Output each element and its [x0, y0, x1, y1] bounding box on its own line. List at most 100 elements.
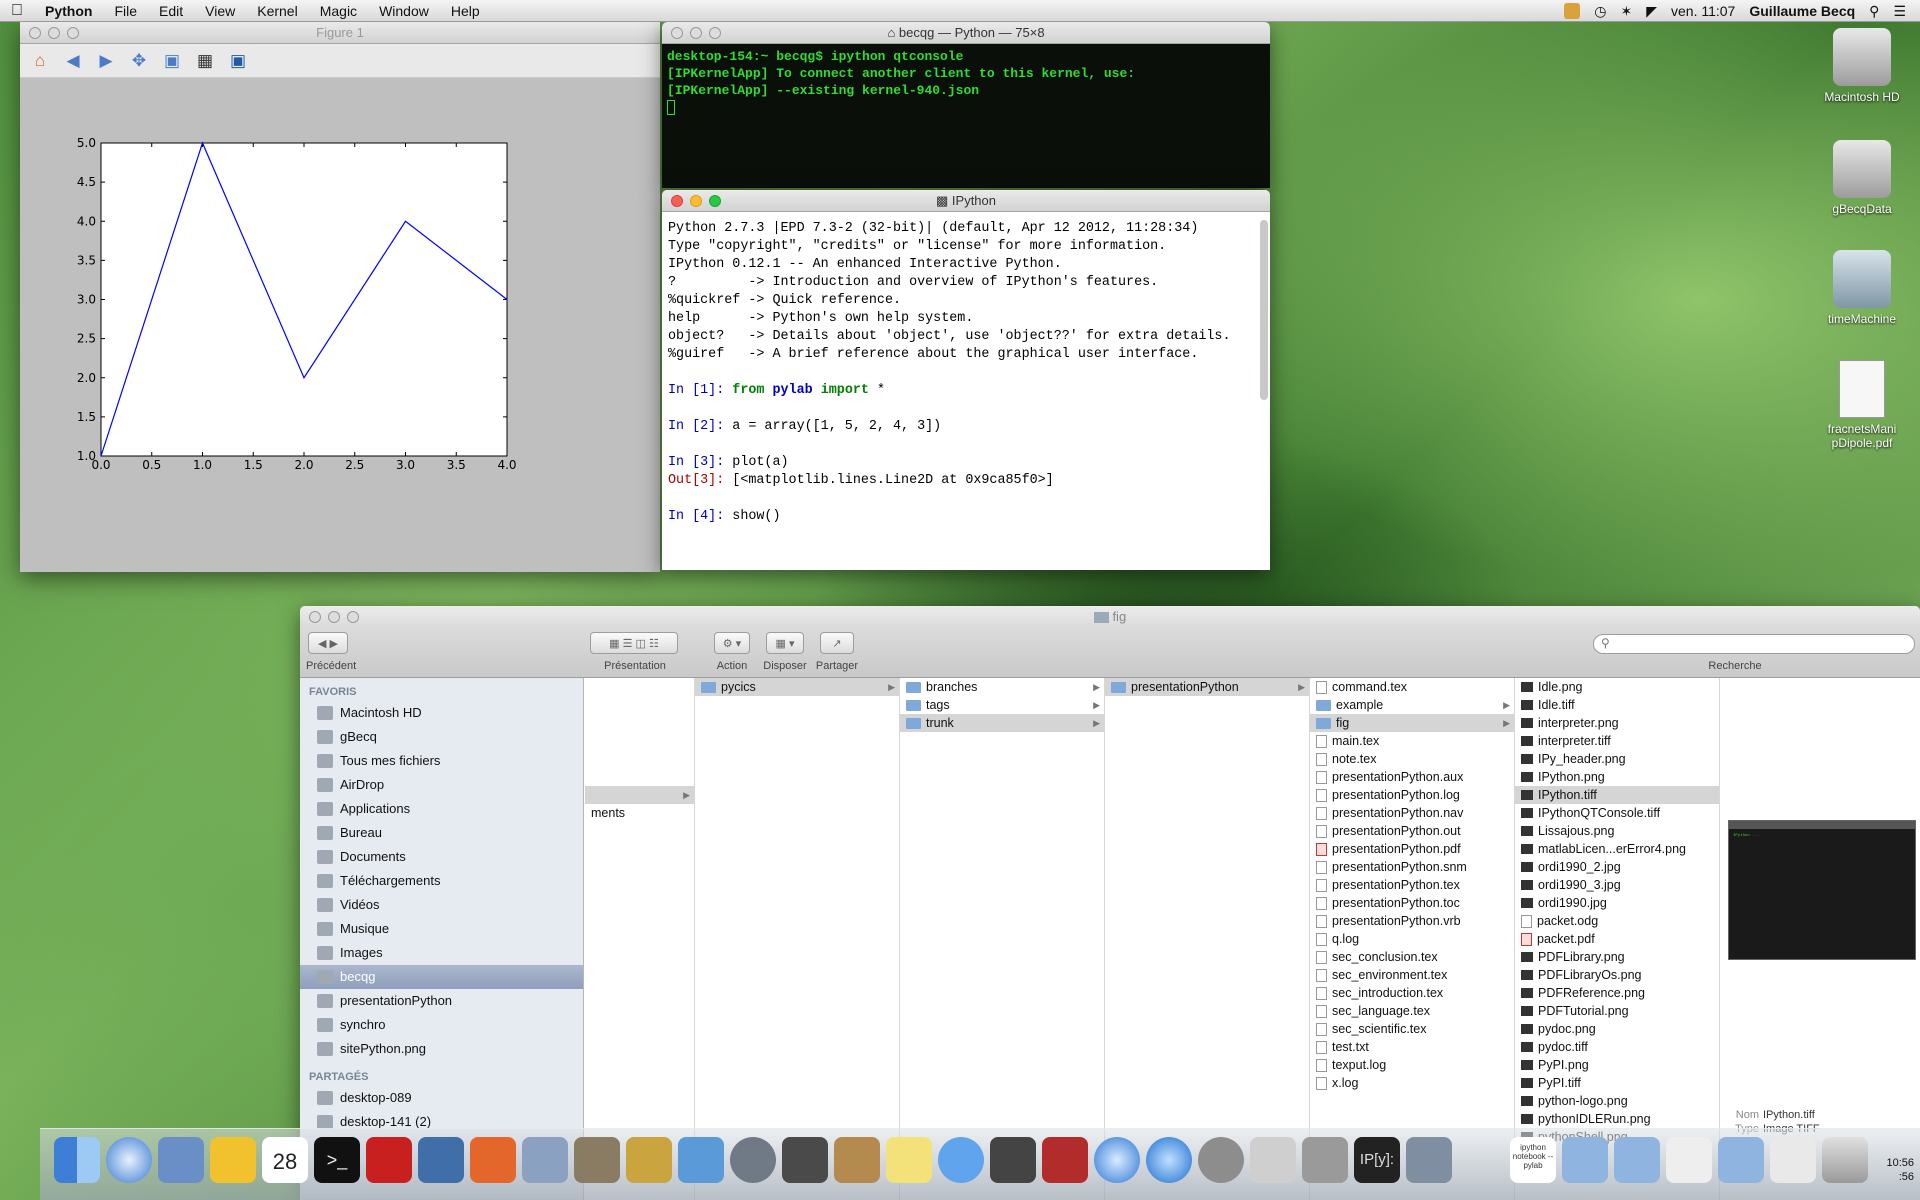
list-item[interactable]: presentationPython.tex [1310, 876, 1514, 894]
terminal-titlebar[interactable]: ⌂ becqg — Python — 75×8 [662, 22, 1270, 44]
menu-kernel[interactable]: Kernel [246, 3, 308, 19]
list-item[interactable]: sec_environment.tex [1310, 966, 1514, 984]
list-item[interactable]: packet.odg [1515, 912, 1719, 930]
column-0[interactable]: ▶ ments [585, 678, 695, 1200]
close-button[interactable] [29, 27, 41, 39]
minimize-button[interactable] [690, 27, 702, 39]
sidebar-shared-item[interactable]: desktop-089 [300, 1086, 583, 1110]
list-item[interactable]: fig ▶ [1310, 714, 1514, 732]
column-3[interactable]: presentationPython ▶ [1105, 678, 1310, 1200]
list-item[interactable]: Idle.png [1515, 678, 1719, 696]
figure-titlebar[interactable]: Figure 1 [20, 22, 660, 44]
forward-arrow-icon[interactable]: ▶ [94, 49, 118, 73]
home-icon[interactable]: ⌂ [28, 49, 52, 73]
finder-dock-icon[interactable] [54, 1137, 100, 1183]
share-button[interactable]: ↗ [820, 632, 854, 654]
minimize-button[interactable] [690, 195, 702, 207]
list-item[interactable]: presentationPython.snm [1310, 858, 1514, 876]
sidebar-item[interactable]: Vidéos [300, 893, 583, 917]
sidebar-item[interactable]: synchro [300, 1013, 583, 1037]
sidebar-item[interactable]: Tous mes fichiers [300, 749, 583, 773]
search-field[interactable]: ⚲ [1593, 634, 1915, 654]
list-item[interactable]: IPython.png [1515, 768, 1719, 786]
ipython-notebook-dock-icon[interactable]: ipython notebook --pylab [1510, 1137, 1556, 1183]
ipython-titlebar[interactable]: ▩ IPython [662, 190, 1270, 212]
sidebar-item[interactable]: becqg [300, 965, 583, 989]
menu-window[interactable]: Window [368, 3, 440, 19]
list-item[interactable]: PyPI.png [1515, 1056, 1719, 1074]
list-item[interactable]: presentationPython.out [1310, 822, 1514, 840]
list-item[interactable]: presentationPython.aux [1310, 768, 1514, 786]
list-item[interactable]: texput.log [1310, 1056, 1514, 1074]
stack-dock-icon[interactable] [1770, 1137, 1816, 1183]
sidebar-item[interactable]: presentationPython [300, 989, 583, 1013]
safari-dock-icon[interactable] [106, 1137, 152, 1183]
launcher-dock-icon[interactable] [1406, 1137, 1452, 1183]
desktop-icon-macintosh-hd[interactable]: Macintosh HD [1812, 28, 1912, 104]
script-editor-dock-icon[interactable] [1250, 1137, 1296, 1183]
list-item[interactable]: pycics ▶ [695, 678, 899, 696]
mail-bird-dock-icon[interactable] [158, 1137, 204, 1183]
list-item[interactable]: ordi1990.jpg [1515, 894, 1719, 912]
list-item[interactable]: presentationPython.nav [1310, 804, 1514, 822]
downloads-dock-icon[interactable] [1718, 1137, 1764, 1183]
close-button[interactable] [671, 195, 683, 207]
close-button[interactable] [309, 611, 321, 623]
minimize-button[interactable] [328, 611, 340, 623]
list-item[interactable]: ments [585, 804, 694, 822]
list-item[interactable]: IPy_header.png [1515, 750, 1719, 768]
timemachine-menu-icon[interactable]: ◷ [1594, 3, 1606, 20]
apple-menu-icon[interactable]:  [0, 2, 34, 20]
subplots-icon[interactable]: ▦ [193, 49, 217, 73]
list-item[interactable]: IPython.tiff [1515, 786, 1719, 804]
menu-help[interactable]: Help [440, 3, 491, 19]
list-item[interactable]: IPythonQTConsole.tiff [1515, 804, 1719, 822]
bluetooth-icon[interactable]: ✶ [1620, 3, 1632, 20]
list-item[interactable]: q.log [1310, 930, 1514, 948]
list-item[interactable]: PDFLibraryOs.png [1515, 966, 1719, 984]
list-item[interactable]: sec_conclusion.tex [1310, 948, 1514, 966]
terminal-output[interactable]: desktop-154:~ becqg$ ipython qtconsole [I… [662, 44, 1270, 120]
acrobat-dock-icon[interactable] [366, 1137, 412, 1183]
facetime-dock-icon[interactable] [990, 1137, 1036, 1183]
list-item[interactable]: presentationPython ▶ [1105, 678, 1309, 696]
ipython-console[interactable]: Python 2.7.3 |EPD 7.3-2 (32-bit)| (defau… [662, 212, 1270, 534]
messages-dock-icon[interactable] [938, 1137, 984, 1183]
list-item[interactable]: presentationPython.pdf [1310, 840, 1514, 858]
list-item[interactable]: pydoc.png [1515, 1020, 1719, 1038]
gimp-dock-icon[interactable] [574, 1137, 620, 1183]
zoom-button[interactable] [67, 27, 79, 39]
column-2[interactable]: branches ▶ tags ▶ trunk ▶ [900, 678, 1105, 1200]
trash-dock-icon[interactable] [1822, 1137, 1868, 1183]
terminal-window[interactable]: ⌂ becqg — Python — 75×8 desktop-154:~ be… [662, 22, 1270, 188]
list-item[interactable]: ordi1990_2.jpg [1515, 858, 1719, 876]
sidebar-item[interactable]: Bureau [300, 821, 583, 845]
minimize-button[interactable] [48, 27, 60, 39]
r-dock-icon[interactable] [418, 1137, 464, 1183]
menu-magic[interactable]: Magic [309, 3, 368, 19]
list-item[interactable]: pydoc.tiff [1515, 1038, 1719, 1056]
list-item[interactable]: command.tex [1310, 678, 1514, 696]
list-item[interactable]: presentationPython.log [1310, 786, 1514, 804]
sidebar-item[interactable]: Macintosh HD [300, 701, 583, 725]
menu-edit[interactable]: Edit [148, 3, 194, 19]
list-item[interactable]: test.txt [1310, 1038, 1514, 1056]
list-item[interactable]: packet.pdf [1515, 930, 1719, 948]
back-arrow-icon[interactable]: ◀ [61, 49, 85, 73]
jedit-dock-icon[interactable] [210, 1137, 256, 1183]
view-mode-buttons[interactable]: ▦ ☰ ◫ ☷ [590, 632, 678, 654]
folder-dock-icon[interactable] [1562, 1137, 1608, 1183]
preview-dock-icon[interactable] [522, 1137, 568, 1183]
zoom-button[interactable] [709, 27, 721, 39]
arrange-button[interactable]: ▦ ▾ [766, 632, 804, 654]
list-item[interactable]: sec_scientific.tex [1310, 1020, 1514, 1038]
rocket-dock-icon[interactable] [730, 1137, 776, 1183]
spotlight-icon[interactable]: ⚲ [1869, 3, 1879, 20]
sidebar-item[interactable]: AirDrop [300, 773, 583, 797]
list-item[interactable]: interpreter.tiff [1515, 732, 1719, 750]
list-item[interactable]: note.tex [1310, 750, 1514, 768]
pan-icon[interactable]: ✥ [127, 49, 151, 73]
sidebar-item[interactable]: Téléchargements [300, 869, 583, 893]
contacts-dock-icon[interactable] [834, 1137, 880, 1183]
sidebar-item[interactable]: gBecq [300, 725, 583, 749]
